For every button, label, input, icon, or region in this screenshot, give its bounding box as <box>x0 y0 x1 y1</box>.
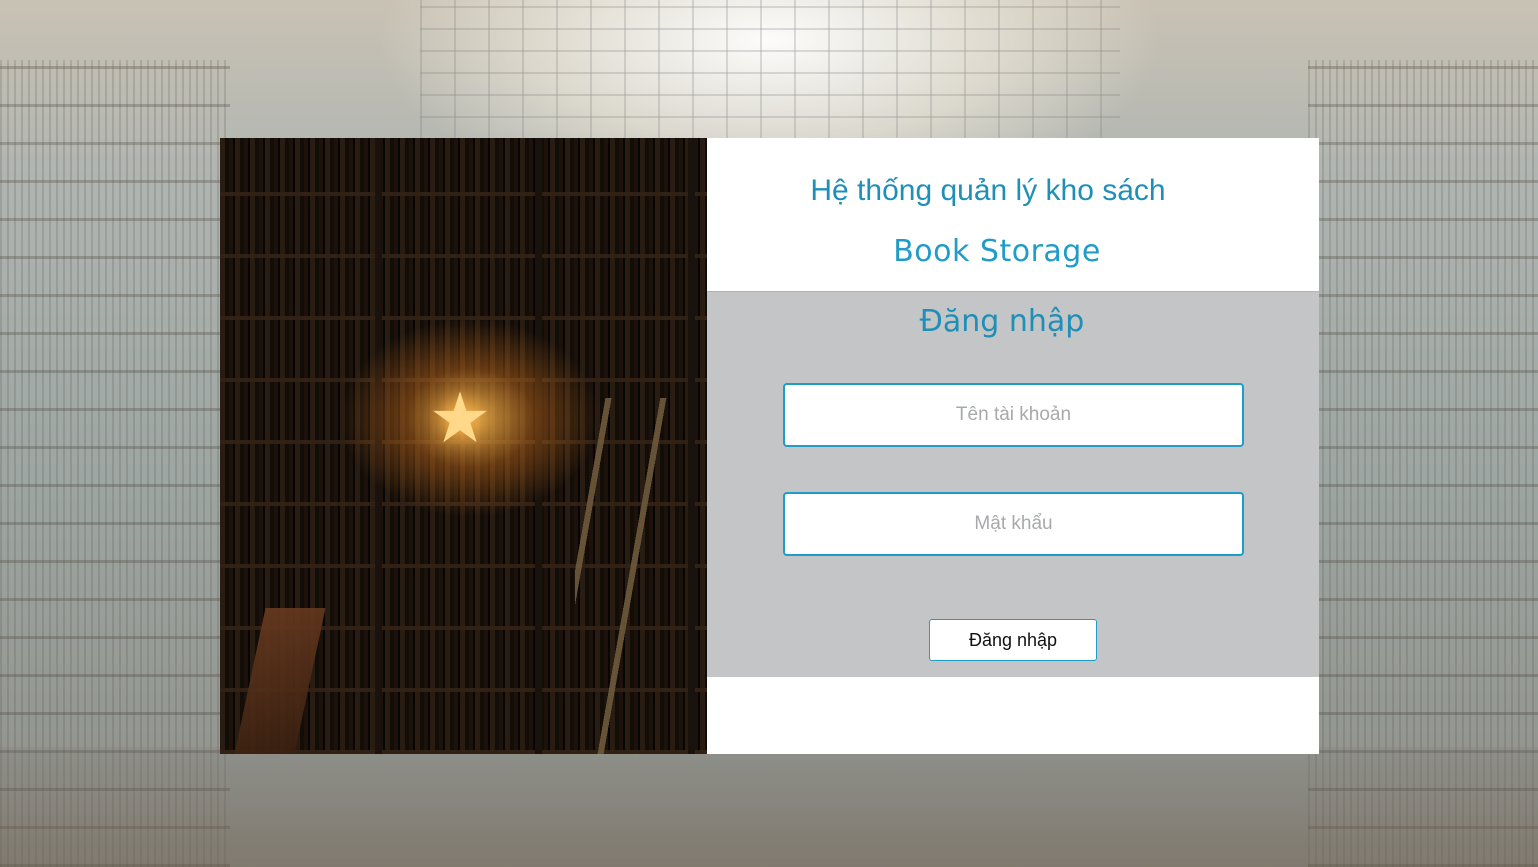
glass-dome-decoration <box>420 0 1120 140</box>
app-title: Hệ thống quản lý kho sách <box>810 174 1166 207</box>
login-panel: Hệ thống quản lý kho sách Book Storage Đ… <box>707 138 1319 754</box>
username-input[interactable] <box>783 383 1244 447</box>
library-floor-decoration <box>0 747 1538 867</box>
left-bookshelves-decoration <box>0 60 230 867</box>
right-bookshelves-decoration <box>1308 60 1538 867</box>
photo-ladder <box>575 398 685 754</box>
login-heading: Đăng nhập <box>919 304 1085 339</box>
login-button[interactable]: Đăng nhập <box>929 619 1097 661</box>
star-lamp-icon: ★ <box>428 379 492 457</box>
login-form: Đăng nhập Đăng nhập <box>707 291 1319 677</box>
app-header: Hệ thống quản lý kho sách Book Storage <box>707 138 1319 291</box>
login-card: ★ Hệ thống quản lý kho sách Book Storage… <box>220 138 1319 754</box>
app-subtitle: Book Storage <box>893 234 1101 269</box>
bookshelf-photo: ★ <box>220 138 707 754</box>
password-input[interactable] <box>783 492 1244 556</box>
